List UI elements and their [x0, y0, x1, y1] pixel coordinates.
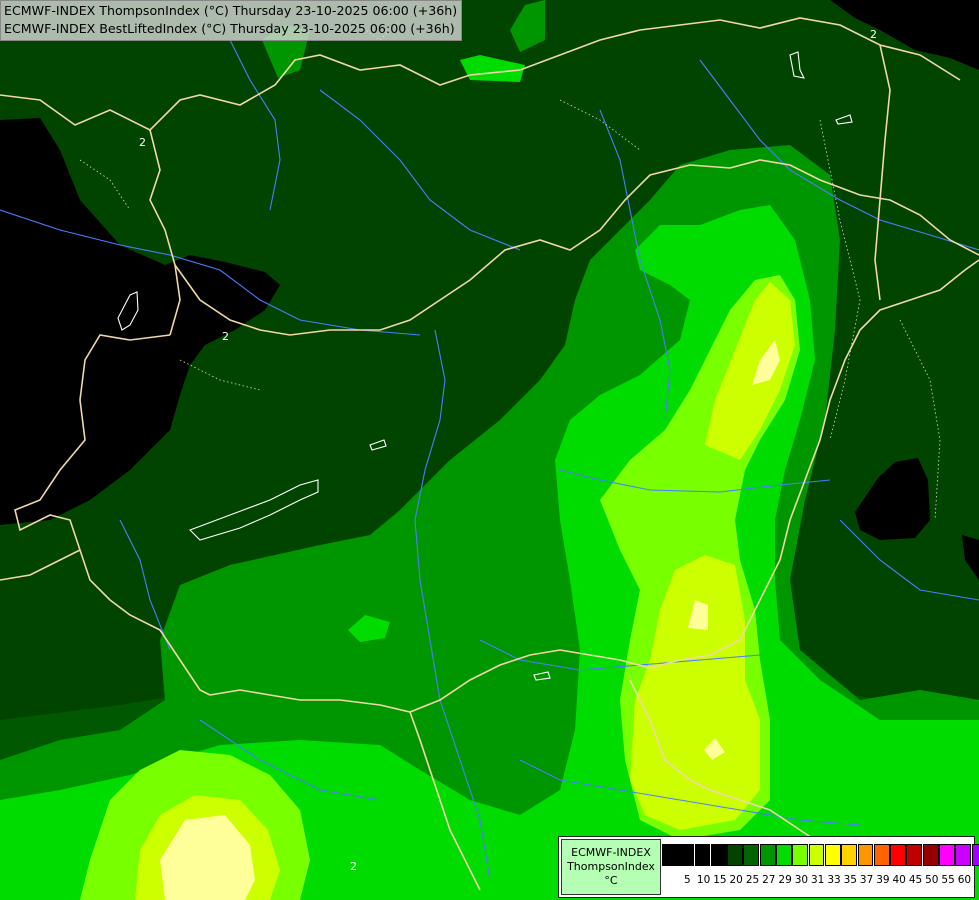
contour-label: 2 [870, 28, 877, 41]
legend-tick-label: 31 [811, 874, 825, 886]
legend-title: ECMWF-INDEX ThompsonIndex °C [561, 839, 661, 895]
legend-swatch [841, 844, 858, 866]
legend-tick-label: 5 [683, 874, 691, 886]
legend-swatch [955, 844, 972, 866]
legend-swatch [939, 844, 955, 866]
legend-tick-label: 55 [941, 874, 955, 886]
legend-swatch [824, 844, 841, 866]
legend-tick-label: 30 [794, 874, 809, 886]
legend-swatch [873, 844, 890, 866]
legend-tick-label: 25 [745, 874, 760, 886]
legend-swatch [678, 844, 695, 866]
legend-tick-label: 50 [925, 874, 939, 886]
weather-map: 2 2 2 2 [0, 0, 979, 900]
legend-swatch [922, 844, 939, 866]
legend-swatch [776, 844, 792, 866]
legend-tick-label: 35 [843, 874, 857, 886]
contour-label: 2 [350, 860, 357, 873]
legend-tick-label: 37 [859, 874, 874, 886]
legend-parameter: ThompsonIndex [567, 860, 655, 873]
legend-swatch [906, 844, 923, 866]
legend-swatch [971, 844, 979, 866]
legend-swatch [727, 844, 743, 866]
legend-tick-label: 29 [778, 874, 792, 886]
legend-swatch [792, 844, 809, 866]
legend-tick-label: 10 [696, 874, 711, 886]
color-legend: ECMWF-INDEX ThompsonIndex °C 5 10 15 20 25 27… [558, 836, 979, 898]
legend-swatch [808, 844, 825, 866]
legend-tick-label: 39 [876, 874, 890, 886]
title-line-thompson-index: ECMWF-INDEX ThompsonIndex (°C) Thursday … [4, 3, 458, 18]
contour-label: 2 [139, 136, 146, 149]
legend-tick-label: 20 [729, 874, 743, 886]
legend-swatch [694, 844, 711, 866]
legend-swatch [857, 844, 874, 866]
legend-color-bar [662, 844, 979, 866]
legend-tick-labels: 5 10 15 20 25 27 29 30 31 33 35 37 39 40 45 50 55 60 [662, 874, 974, 888]
legend-model: ECMWF-INDEX [571, 846, 651, 859]
contour-label: 2 [222, 330, 229, 343]
map-title-box: ECMWF-INDEX ThompsonIndex (°C) Thursday … [0, 0, 463, 41]
legend-tick-label: 60 [957, 874, 972, 886]
legend-tick-label: 27 [762, 874, 776, 886]
legend-swatch [890, 844, 906, 866]
legend-tick-label: 33 [827, 874, 841, 886]
legend-unit: °C [604, 874, 618, 887]
legend-swatch [662, 844, 678, 866]
title-line-best-lifted-index: ECMWF-INDEX BestLiftedIndex (°C) Thursda… [4, 21, 455, 36]
legend-tick-label: 15 [713, 874, 727, 886]
legend-swatch [759, 844, 776, 866]
legend-tick-label: 40 [892, 874, 906, 886]
legend-tick-label: 45 [908, 874, 923, 886]
legend-swatch [743, 844, 760, 866]
legend-swatch [710, 844, 727, 866]
map-viewer: 2 2 2 2 ECMWF-INDEX ThompsonIndex (°C) T… [0, 0, 979, 900]
